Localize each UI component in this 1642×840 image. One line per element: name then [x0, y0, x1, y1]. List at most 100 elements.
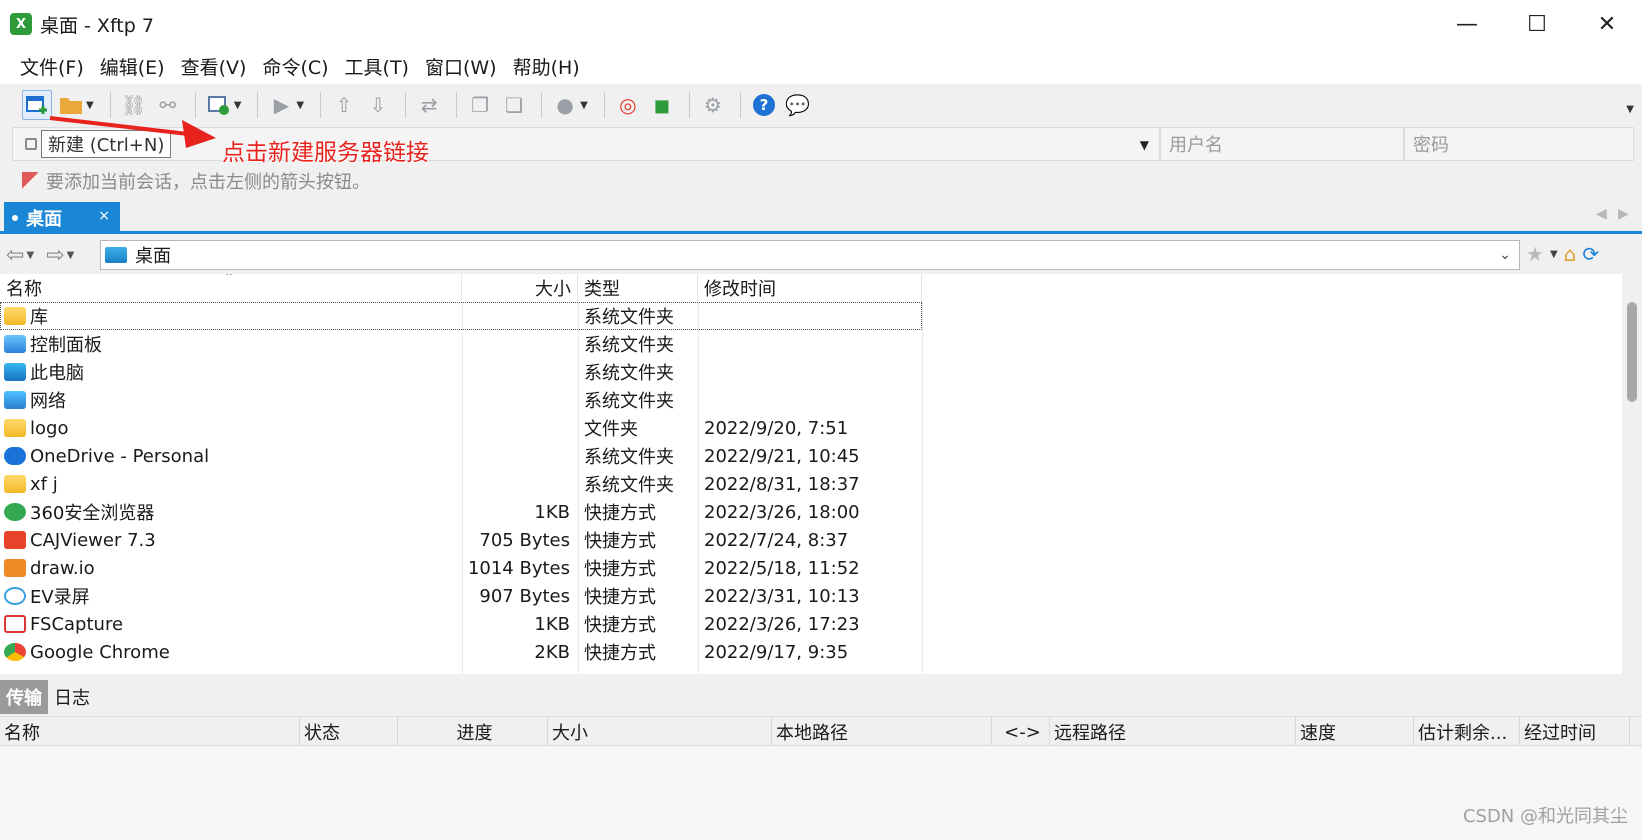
transfer-col-remote-path[interactable]: 远程路径 [1050, 717, 1296, 747]
terminal-dropdown-icon[interactable]: ▼ [296, 100, 304, 111]
close-button[interactable]: ✕ [1572, 0, 1642, 48]
transfer-col-eta[interactable]: 估计剩余... [1414, 717, 1520, 747]
table-row[interactable]: CAJViewer 7.3 705 Bytes 快捷方式 2022/7/24, … [0, 526, 1622, 554]
table-row[interactable]: FSCapture 1KB 快捷方式 2022/3/26, 17:23 [0, 610, 1622, 638]
transfer-list-header: 名称 状态 进度 大小 本地路径 <-> 远程路径 速度 估计剩余... 经过时… [0, 716, 1642, 747]
menu-help[interactable]: 帮助(H) [513, 53, 580, 80]
refresh-icon[interactable]: ⟳ [1582, 242, 1599, 266]
menu-window[interactable]: 窗口(W) [425, 53, 497, 80]
column-header-modified[interactable]: 修改时间 [698, 274, 922, 302]
forward-dropdown-icon[interactable]: ▼ [67, 250, 75, 261]
file-modified: 2022/7/24, 8:37 [704, 529, 849, 551]
toolbar-overflow-icon[interactable]: ▼ [1626, 104, 1634, 115]
maximize-button[interactable]: ☐ [1502, 0, 1572, 48]
watermark-text: CSDN @和光同其尘 [1462, 806, 1628, 827]
table-row[interactable]: logo 文件夹 2022/9/20, 7:51 [0, 414, 1622, 442]
file-modified: 2022/3/26, 17:23 [704, 613, 860, 635]
path-bar: ⇦ ▼ ⇨ ▼ 桌面 ⌄ ★ ▼ ⌂ ⟳ [0, 236, 1642, 274]
xshell-button[interactable]: ◎ [613, 90, 643, 120]
menu-file[interactable]: 文件(F) [20, 53, 84, 80]
path-input[interactable]: 桌面 ⌄ [100, 240, 1520, 270]
help-button[interactable]: ? [749, 90, 779, 120]
table-row[interactable]: 控制面板 系统文件夹 [0, 330, 1622, 358]
xftp-icon: ◼ [653, 93, 671, 117]
scrollbar-thumb[interactable] [1627, 302, 1637, 402]
terminal-icon: ▶ [273, 93, 290, 117]
tab-log[interactable]: 日志 [48, 680, 96, 714]
copy-icon: ❐ [471, 93, 490, 117]
xftp-button[interactable]: ◼ [647, 90, 677, 120]
table-row[interactable]: 360安全浏览器 1KB 快捷方式 2022/3/26, 18:00 [0, 498, 1622, 526]
table-row[interactable]: OneDrive - Personal 系统文件夹 2022/9/21, 10:… [0, 442, 1622, 470]
file-modified [704, 330, 914, 358]
path-tools: ★ ▼ ⌂ ⟳ [1526, 242, 1599, 266]
sync-button[interactable]: ⇄ [414, 90, 444, 120]
back-arrow-icon[interactable]: ⇦ [6, 243, 24, 268]
tab-close-icon[interactable]: × [98, 208, 110, 224]
table-row[interactable]: xf j 系统文件夹 2022/8/31, 18:37 [0, 470, 1622, 498]
transfer-col-size[interactable]: 大小 [548, 717, 772, 747]
table-row[interactable]: Google Chrome 2KB 快捷方式 2022/9/17, 9:35 [0, 638, 1622, 666]
transfer-col-speed[interactable]: 速度 [1296, 717, 1414, 747]
file-list-scrollbar[interactable] [1622, 274, 1642, 674]
open-session-dropdown-icon[interactable]: ▼ [86, 100, 94, 111]
tab-scroll-left-icon[interactable]: ◀ [1596, 206, 1607, 222]
table-row[interactable]: EV录屏 907 Bytes 快捷方式 2022/3/31, 10:13 [0, 582, 1622, 610]
transfer-col-status[interactable]: 状态 [300, 717, 398, 747]
feedback-button[interactable]: 💬 [783, 90, 813, 120]
file-type: 系统文件夹 [584, 447, 674, 468]
transfer-col-elapsed[interactable]: 经过时间 [1520, 717, 1630, 747]
stop-dropdown-icon[interactable]: ▼ [580, 100, 588, 111]
column-header-type[interactable]: 类型 [578, 274, 698, 302]
file-size: 1KB [534, 613, 570, 635]
minimize-button[interactable]: — [1432, 0, 1502, 48]
paste-icon: ❏ [505, 93, 524, 117]
paste-button[interactable]: ❏ [499, 90, 529, 120]
svg-text:?: ? [759, 96, 768, 114]
file-name: EV录屏 [30, 587, 90, 608]
table-row[interactable]: 网络 系统文件夹 [0, 386, 1622, 414]
library-folder-icon [4, 307, 26, 325]
favorite-star-icon[interactable]: ★ [1526, 242, 1544, 266]
onedrive-icon [4, 447, 26, 465]
favorite-dropdown-icon[interactable]: ▼ [1550, 249, 1558, 260]
menu-view[interactable]: 查看(V) [181, 53, 247, 80]
password-field[interactable]: 密码 [1404, 127, 1634, 161]
copy-button[interactable]: ❐ [465, 90, 495, 120]
back-dropdown-icon[interactable]: ▼ [26, 250, 34, 261]
transfer-col-progress[interactable]: 进度 [398, 717, 548, 747]
tab-transfer[interactable]: 传输 [0, 680, 48, 714]
options-button[interactable]: ⚙ [698, 90, 728, 120]
add-session-arrow-icon[interactable] [22, 172, 38, 190]
transfer-col-direction[interactable]: <-> [992, 717, 1050, 747]
menu-edit[interactable]: 编辑(E) [100, 53, 165, 80]
upload-button[interactable]: ⇧ [329, 90, 359, 120]
stop-button[interactable]: ● [550, 90, 580, 120]
menu-tools[interactable]: 工具(T) [345, 53, 409, 80]
table-row[interactable]: draw.io 1014 Bytes 快捷方式 2022/5/18, 11:52 [0, 554, 1622, 582]
toolbar: ▼ ⛓ ⚯ ▼ ▶ ▼ ⇧ ⇩ ⇄ ❐ ❏ ● ▼ ◎ ◼ ⚙ ? 💬 ▼ [0, 84, 1642, 126]
forward-arrow-icon[interactable]: ⇨ [46, 243, 64, 268]
session-settings-dropdown-icon[interactable]: ▼ [234, 100, 242, 111]
chevron-down-icon[interactable]: ▼ [1140, 138, 1149, 152]
menu-command[interactable]: 命令(C) [262, 53, 328, 80]
file-name: CAJViewer 7.3 [30, 529, 156, 551]
file-modified: 2022/9/17, 9:35 [704, 641, 849, 663]
chevron-down-icon[interactable]: ⌄ [1499, 247, 1511, 263]
toolbar-separator [405, 92, 407, 118]
download-button[interactable]: ⇩ [363, 90, 393, 120]
tab-desktop[interactable]: 桌面 × [4, 202, 120, 234]
toolbar-separator [603, 92, 605, 118]
table-row[interactable]: 库 系统文件夹 [0, 302, 922, 330]
tab-scroll-right-icon[interactable]: ▶ [1618, 206, 1629, 222]
new-session-icon [26, 96, 47, 114]
terminal-button[interactable]: ▶ [266, 90, 296, 120]
username-field[interactable]: 用户名 [1160, 127, 1404, 161]
table-row[interactable]: 此电脑 系统文件夹 [0, 358, 1622, 386]
folder-icon [4, 475, 26, 493]
column-header-size[interactable]: 大小 [462, 274, 578, 302]
file-modified [704, 302, 914, 330]
transfer-col-name[interactable]: 名称 [0, 717, 300, 747]
transfer-col-local-path[interactable]: 本地路径 [772, 717, 992, 747]
home-folder-icon[interactable]: ⌂ [1564, 242, 1577, 266]
